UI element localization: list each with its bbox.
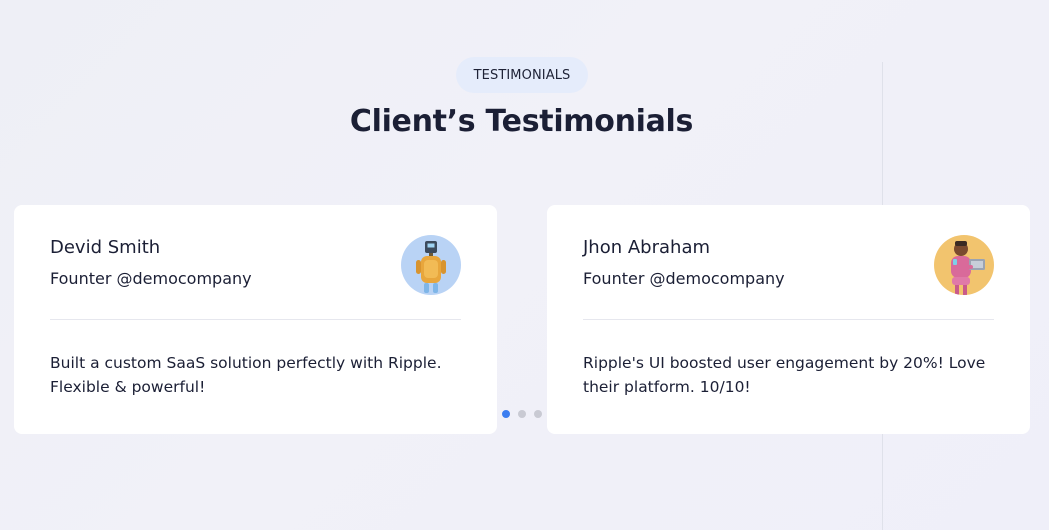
section-badge: TESTIMONIALS xyxy=(456,57,588,93)
carousel-pagination xyxy=(502,410,542,418)
testimonial-author-role: Founter @democompany xyxy=(583,269,785,288)
testimonial-author-name: Jhon Abraham xyxy=(583,237,711,258)
testimonial-author-role: Founter @democompany xyxy=(50,269,252,288)
card-divider xyxy=(50,319,461,320)
section-title: Client’s Testimonials xyxy=(349,104,694,139)
carousel-dot-3[interactable] xyxy=(534,410,542,418)
carousel-dot-1[interactable] xyxy=(502,410,510,418)
testimonial-quote: Built a custom SaaS solution perfectly w… xyxy=(50,354,442,396)
robot-avatar-icon xyxy=(401,235,461,295)
person-laptop-avatar-icon xyxy=(934,235,994,295)
card-divider xyxy=(583,319,994,320)
testimonial-card: Jhon Abraham Founter @democompany Ripple… xyxy=(547,205,1030,434)
testimonial-quote: Ripple's UI boosted user engagement by 2… xyxy=(583,354,986,396)
testimonial-author-name: Devid Smith xyxy=(50,237,161,258)
carousel-dot-2[interactable] xyxy=(518,410,526,418)
testimonial-card: Devid Smith Founter @democompany Built a… xyxy=(14,205,497,434)
section-badge-label: TESTIMONIALS xyxy=(473,67,571,83)
